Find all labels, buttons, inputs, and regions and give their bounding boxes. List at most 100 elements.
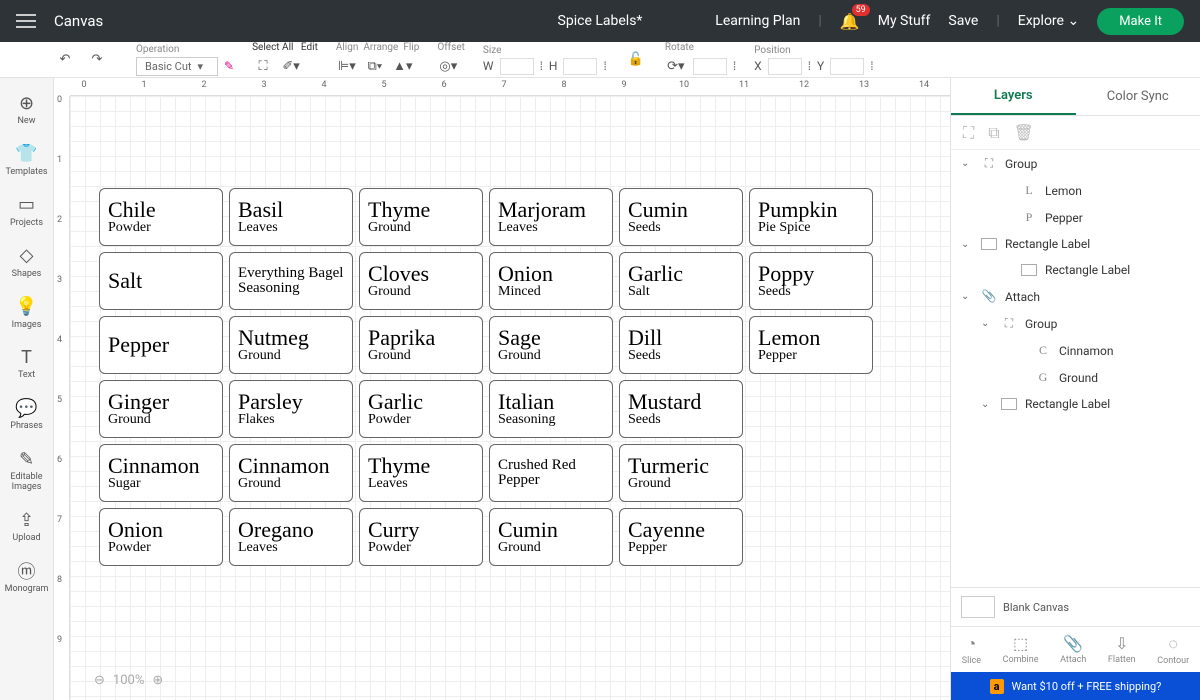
nav-phrases[interactable]: 💬Phrases: [0, 389, 53, 440]
spice-label[interactable]: PumpkinPie Spice: [749, 188, 873, 246]
offset-button[interactable]: ◎▾: [437, 55, 459, 77]
promo-banner[interactable]: aWant $10 off + FREE shipping?: [951, 672, 1200, 700]
delete-icon[interactable]: 🗑: [1014, 123, 1034, 142]
spice-label[interactable]: Pepper: [99, 316, 223, 374]
contour-button[interactable]: ◌Contour: [1157, 634, 1189, 666]
layer-item[interactable]: Rectangle Label: [951, 257, 1200, 283]
spice-label[interactable]: GarlicSalt: [619, 252, 743, 310]
spice-label[interactable]: ClovesGround: [359, 252, 483, 310]
zoom-out-icon[interactable]: ⊖: [94, 673, 105, 688]
x-input[interactable]: [768, 58, 802, 75]
spice-label[interactable]: CuminGround: [489, 508, 613, 566]
select-all-button[interactable]: Select All: [252, 42, 293, 53]
spice-label[interactable]: GarlicPowder: [359, 380, 483, 438]
tab-color-sync[interactable]: Color Sync: [1076, 78, 1200, 115]
undo-button[interactable]: ↶: [54, 49, 76, 71]
ungroup-icon[interactable]: ⛶: [963, 123, 974, 143]
layer-item[interactable]: ⌄⛶Group: [951, 150, 1200, 177]
nav-projects[interactable]: ▭Projects: [0, 186, 53, 237]
save-button[interactable]: Save: [948, 13, 978, 29]
chevron-icon[interactable]: ⌄: [981, 318, 993, 329]
y-input[interactable]: [830, 58, 864, 75]
notifications-icon[interactable]: 🔔59: [840, 12, 860, 31]
width-input[interactable]: [500, 58, 534, 75]
spice-label[interactable]: OreganoLeaves: [229, 508, 353, 566]
attach-button[interactable]: 📎Attach: [1060, 634, 1086, 665]
spice-label[interactable]: PaprikaGround: [359, 316, 483, 374]
spice-label[interactable]: SageGround: [489, 316, 613, 374]
spice-label[interactable]: Crushed Red Pepper: [489, 444, 613, 502]
chevron-icon[interactable]: ⌄: [981, 399, 993, 410]
nav-editable-images[interactable]: ✎Editable Images: [0, 440, 53, 501]
spice-label[interactable]: Salt: [99, 252, 223, 310]
spice-label[interactable]: BasilLeaves: [229, 188, 353, 246]
nav-upload[interactable]: ⇪Upload: [0, 501, 53, 552]
pen-icon[interactable]: ✎: [224, 59, 234, 73]
select-all-icon[interactable]: ⛶: [252, 55, 274, 77]
duplicate-icon[interactable]: ⧉: [988, 123, 999, 143]
nav-new[interactable]: ⊕New: [0, 84, 53, 135]
canvas-area[interactable]: 01234567891011121314 0123456789 ChilePow…: [54, 78, 950, 700]
operation-select[interactable]: Basic Cut ▾: [136, 57, 218, 76]
nav-images[interactable]: 💡Images: [0, 288, 53, 339]
layer-item[interactable]: ⌄Rectangle Label: [951, 391, 1200, 417]
lock-icon[interactable]: 🔓: [625, 49, 647, 71]
spice-label[interactable]: ChilePowder: [99, 188, 223, 246]
slice-button[interactable]: ◔Slice: [962, 634, 981, 666]
zoom-control[interactable]: ⊖100%⊕: [94, 673, 163, 688]
layer-item[interactable]: ⌄⛶Group: [951, 310, 1200, 337]
spice-label[interactable]: GingerGround: [99, 380, 223, 438]
tab-layers[interactable]: Layers: [951, 78, 1076, 115]
spice-label[interactable]: LemonPepper: [749, 316, 873, 374]
flatten-button[interactable]: ⇩Flatten: [1108, 634, 1136, 665]
explore-dropdown[interactable]: Explore ⌄: [1018, 13, 1079, 29]
flip-button[interactable]: ▲▾: [392, 55, 414, 77]
nav-monogram[interactable]: ⓜMonogram: [0, 552, 53, 603]
learning-plan-link[interactable]: Learning Plan: [715, 13, 800, 29]
menu-icon[interactable]: [16, 14, 36, 28]
layer-item[interactable]: PPepper: [951, 204, 1200, 231]
rotate-input[interactable]: [693, 58, 727, 75]
spice-label[interactable]: Everything Bagel Seasoning: [229, 252, 353, 310]
spice-label[interactable]: ParsleyFlakes: [229, 380, 353, 438]
nav-text[interactable]: TText: [0, 338, 53, 389]
rotate-button[interactable]: ⟳▾: [665, 55, 687, 77]
spice-label[interactable]: TurmericGround: [619, 444, 743, 502]
chevron-icon[interactable]: ⌄: [961, 158, 973, 169]
chevron-icon[interactable]: ⌄: [961, 291, 973, 302]
layer-item[interactable]: ⌄📎Attach: [951, 283, 1200, 310]
spice-label[interactable]: OnionPowder: [99, 508, 223, 566]
spice-label[interactable]: ItalianSeasoning: [489, 380, 613, 438]
chevron-icon[interactable]: ⌄: [961, 239, 973, 250]
make-it-button[interactable]: Make It: [1097, 8, 1184, 35]
spice-label[interactable]: ThymeLeaves: [359, 444, 483, 502]
spice-label[interactable]: PoppySeeds: [749, 252, 873, 310]
spice-label[interactable]: OnionMinced: [489, 252, 613, 310]
nav-templates[interactable]: 👕Templates: [0, 135, 53, 186]
layer-item[interactable]: LLemon: [951, 177, 1200, 204]
spice-label[interactable]: NutmegGround: [229, 316, 353, 374]
spice-label[interactable]: CinnamonSugar: [99, 444, 223, 502]
zoom-in-icon[interactable]: ⊕: [152, 673, 163, 688]
arrange-button[interactable]: ⧉▾: [364, 55, 386, 77]
project-title[interactable]: Spice Labels*: [558, 13, 643, 29]
spice-label[interactable]: CurryPowder: [359, 508, 483, 566]
edit-icon[interactable]: ✐▾: [280, 55, 302, 77]
layer-item[interactable]: CCinnamon: [951, 337, 1200, 364]
spice-label[interactable]: MarjoramLeaves: [489, 188, 613, 246]
spice-label[interactable]: CinnamonGround: [229, 444, 353, 502]
spice-label[interactable]: MustardSeeds: [619, 380, 743, 438]
blank-canvas-row[interactable]: Blank Canvas: [951, 587, 1200, 626]
spice-label[interactable]: CuminSeeds: [619, 188, 743, 246]
height-input[interactable]: [563, 58, 597, 75]
spice-label[interactable]: ThymeGround: [359, 188, 483, 246]
nav-shapes[interactable]: ◇Shapes: [0, 237, 53, 288]
align-button[interactable]: ⊫▾: [336, 55, 358, 77]
edit-button[interactable]: Edit: [301, 42, 318, 53]
layer-item[interactable]: ⌄Rectangle Label: [951, 231, 1200, 257]
combine-button[interactable]: ⬚Combine: [1003, 634, 1039, 665]
spice-label[interactable]: DillSeeds: [619, 316, 743, 374]
spice-label[interactable]: CayennePepper: [619, 508, 743, 566]
my-stuff-link[interactable]: My Stuff: [878, 13, 931, 29]
layer-item[interactable]: GGround: [951, 364, 1200, 391]
